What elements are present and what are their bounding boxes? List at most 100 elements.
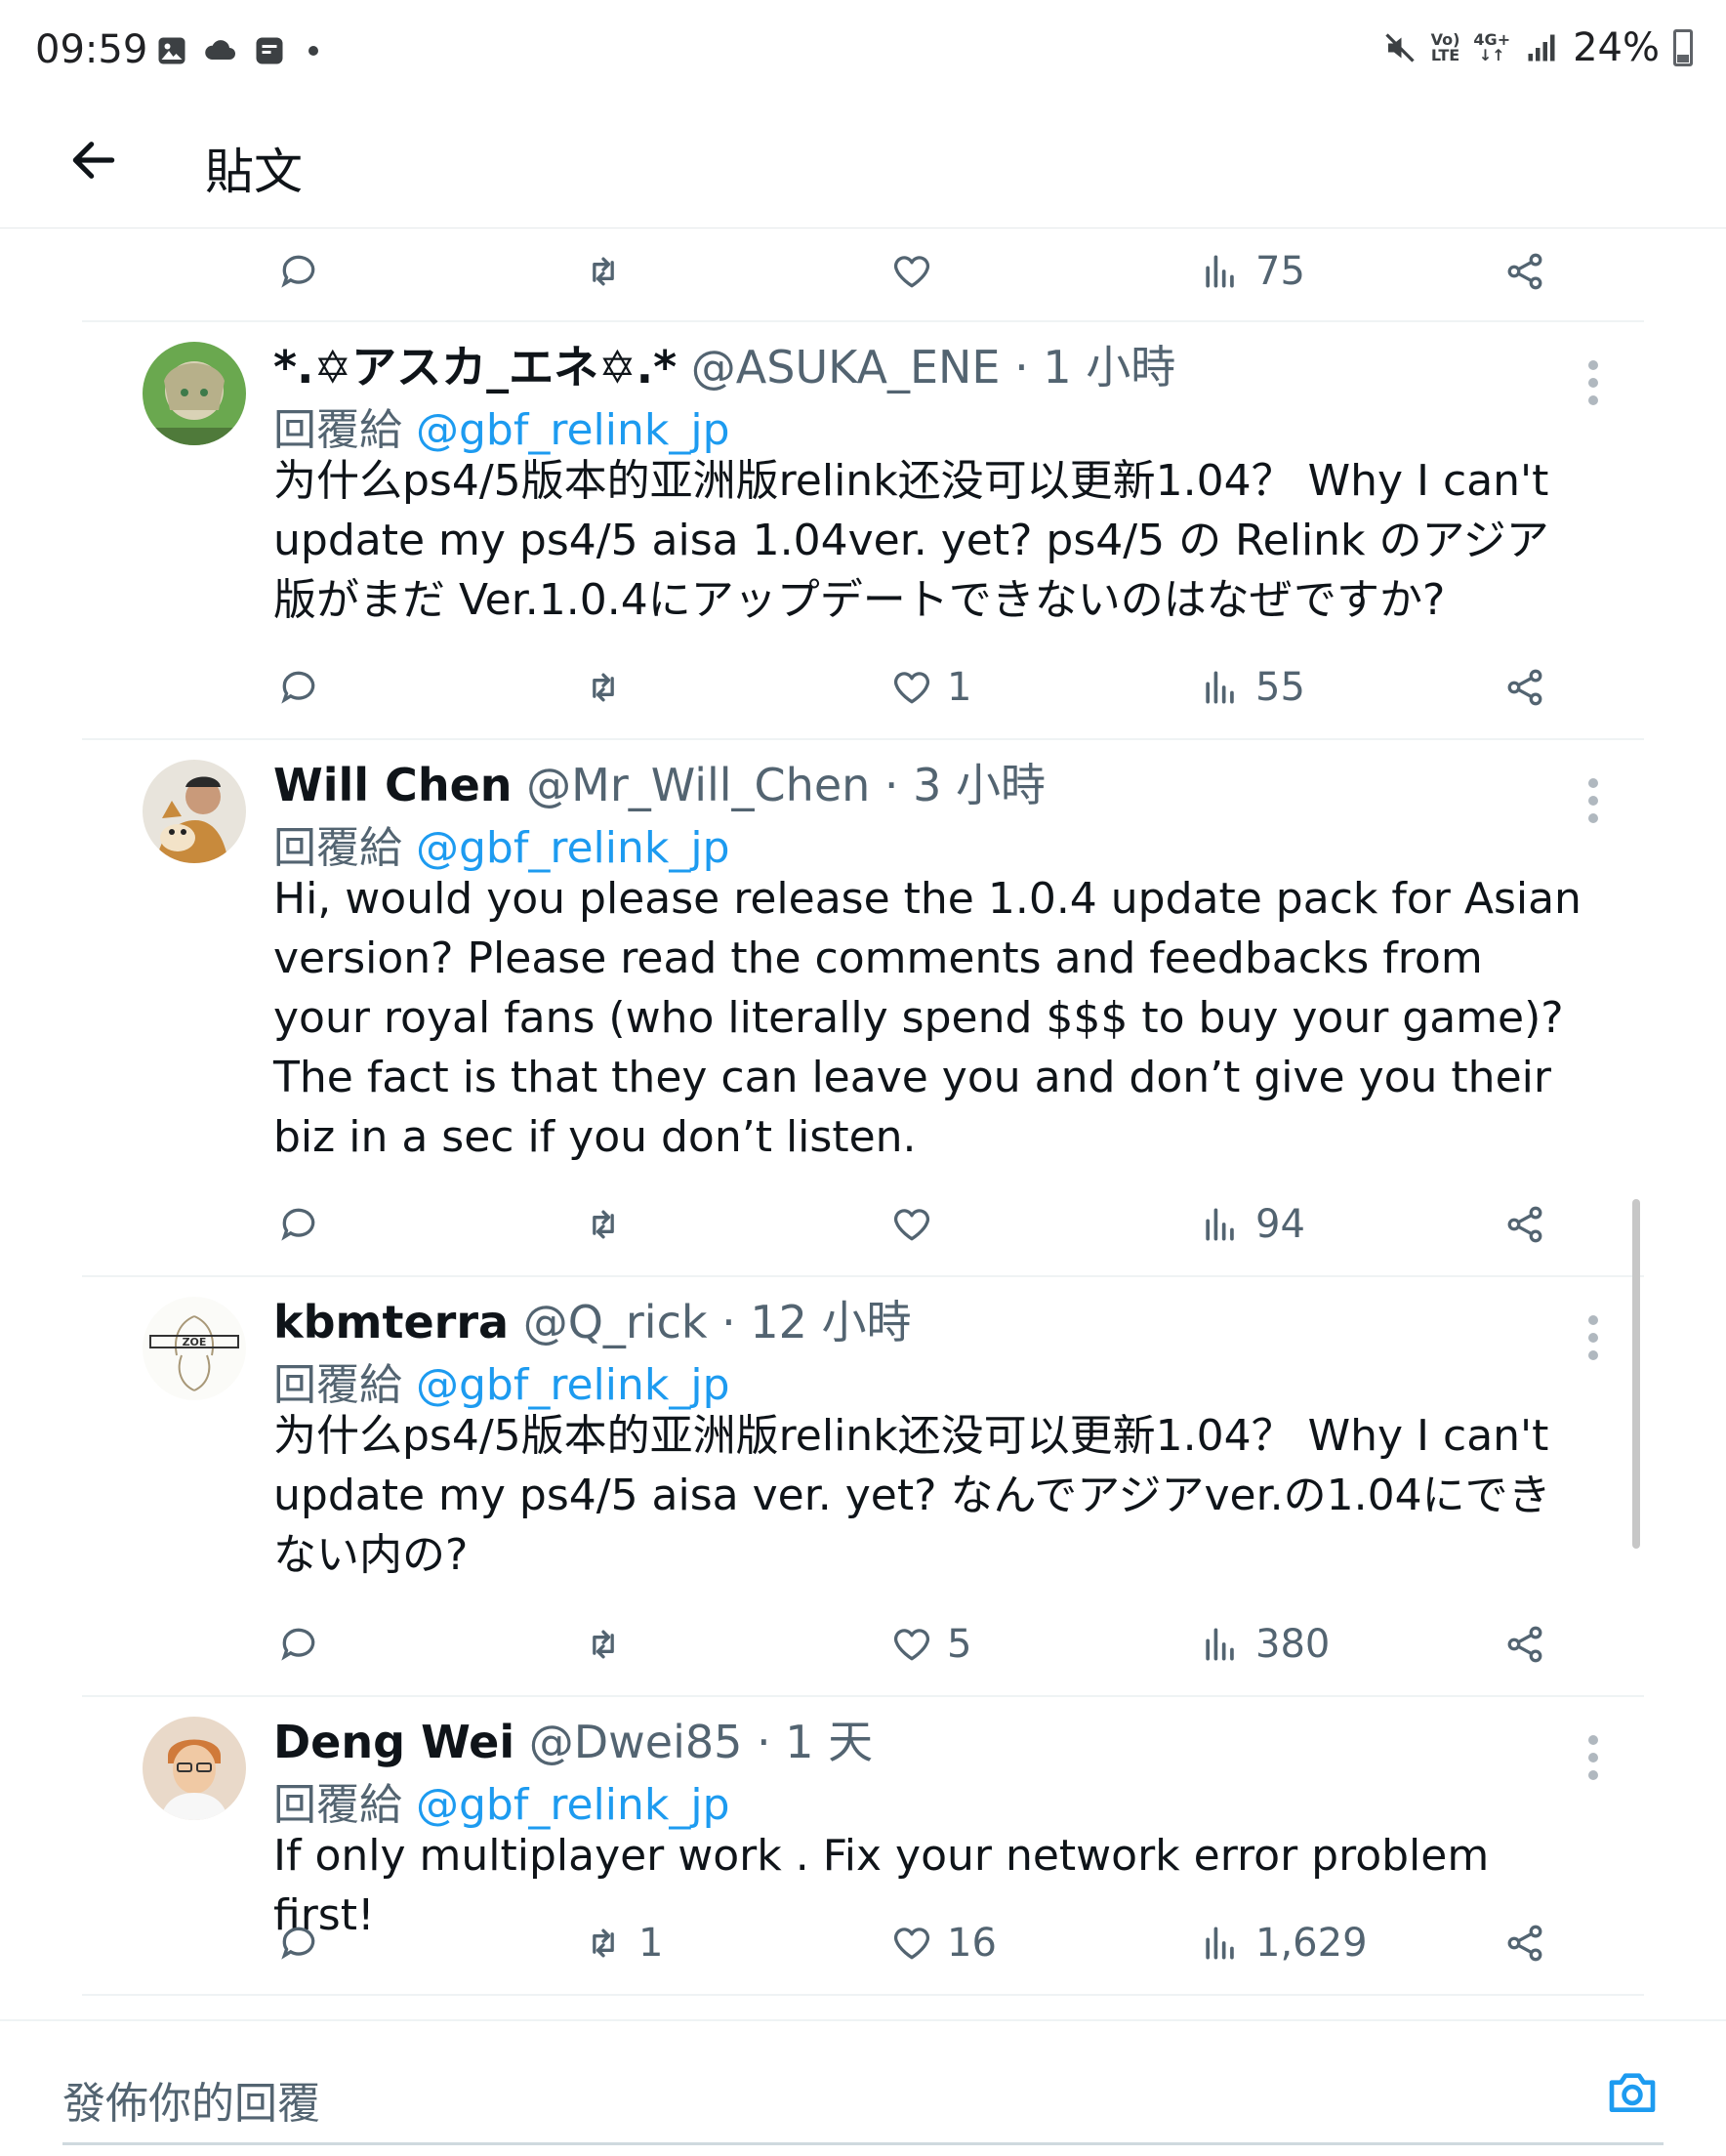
handle-and-time: @Dwei85 · 1 天 xyxy=(528,1716,874,1768)
reply-button[interactable] xyxy=(277,232,320,311)
share-button[interactable] xyxy=(1503,1185,1546,1264)
views-button[interactable]: 75 xyxy=(1199,232,1305,311)
tweet-actions: 5 380 xyxy=(0,1605,1660,1683)
like-count: 1 xyxy=(947,665,972,710)
retweet-button[interactable] xyxy=(582,1605,638,1683)
cloud-icon xyxy=(205,40,235,60)
views-chart-icon xyxy=(1206,1208,1234,1241)
views-chart-icon xyxy=(1206,255,1234,288)
tweet-text: 为什么ps4/5版本的亚洲版relink还没可以更新1.04？ Why I ca… xyxy=(273,456,1549,625)
data-arrows-label: ↓↑ xyxy=(1478,46,1505,64)
like-button[interactable]: 16 xyxy=(890,1904,997,1982)
tweet[interactable]: *.✡アスカ_エネ✡.* @ASUKA_ENE · 1 小時 回覆給 @gbf_… xyxy=(0,324,1726,646)
reply-button[interactable] xyxy=(277,648,320,726)
network-4g-indicator: 4G+ ↓↑ xyxy=(1473,32,1510,63)
like-count: 5 xyxy=(947,1622,972,1667)
avatar[interactable] xyxy=(143,342,246,445)
page-title: 貼文 xyxy=(205,144,303,200)
tweet[interactable]: Will Chen @Mr_Will_Chen · 3 小時 回覆給 @gbf_… xyxy=(0,742,1726,1182)
handle-and-time: @Mr_Will_Chen · 3 小時 xyxy=(526,759,1047,811)
like-button[interactable]: 1 xyxy=(890,648,971,726)
tweet-divider xyxy=(82,1695,1644,1697)
display-name[interactable]: Will Chen xyxy=(273,759,513,811)
heart-icon xyxy=(893,1629,930,1661)
avatar[interactable] xyxy=(143,760,246,863)
replying-to-label: 回覆給 xyxy=(273,1360,416,1410)
retweet-icon xyxy=(593,1210,614,1239)
more-options-icon[interactable] xyxy=(1574,353,1613,412)
replying-to: 回覆給 @gbf_relink_jp xyxy=(273,1769,730,1832)
more-options-icon[interactable] xyxy=(1574,1728,1613,1787)
tweet-actions: 1 55 xyxy=(0,648,1660,726)
views-button[interactable]: 94 xyxy=(1199,1185,1305,1264)
tweet-header: kbmterra @Q_rick · 12 小時 xyxy=(273,1287,912,1351)
tweet[interactable]: Deng Wei @Dwei85 · 1 天 回覆給 @gbf_relink_j… xyxy=(0,1699,1726,1940)
tweet-header: *.✡アスカ_エネ✡.* @ASUKA_ENE · 1 小時 xyxy=(273,332,1175,396)
heart-icon xyxy=(893,1928,930,1960)
share-icon xyxy=(1507,669,1542,706)
replying-to-label: 回覆給 xyxy=(273,1780,416,1830)
lte-label: LTE xyxy=(1430,46,1460,64)
views-button[interactable]: 380 xyxy=(1199,1605,1330,1683)
tweet-divider xyxy=(82,1275,1644,1277)
status-bar: 09:59 Vo) LTE 4G+ ↓↑ 24% xyxy=(0,0,1726,107)
display-name[interactable]: kbmterra xyxy=(273,1296,509,1348)
mention-link[interactable]: @gbf_relink_jp xyxy=(416,823,730,873)
reply-button[interactable] xyxy=(277,1185,320,1264)
retweet-count: 1 xyxy=(638,1921,664,1966)
views-button[interactable]: 55 xyxy=(1199,648,1305,726)
tweet[interactable]: ZOE kbmterra @Q_rick · 12 小時 回覆給 @gbf_re… xyxy=(0,1279,1726,1601)
mention-link[interactable]: @gbf_relink_jp xyxy=(416,1780,730,1830)
gallery-icon xyxy=(158,37,185,64)
tweet-divider xyxy=(82,1994,1644,1996)
share-button[interactable] xyxy=(1503,1605,1546,1683)
avatar[interactable] xyxy=(143,1717,246,1820)
back-arrow-icon[interactable] xyxy=(66,133,121,187)
reply-feed[interactable]: 75 *.✡アスカ_エネ✡.* @ASUKA_ENE · 1 小時 回覆給 @g… xyxy=(0,228,1726,2019)
avatar[interactable]: ZOE xyxy=(143,1297,246,1400)
views-count: 380 xyxy=(1255,1622,1331,1667)
like-button[interactable] xyxy=(890,1185,947,1264)
retweet-button[interactable] xyxy=(582,648,638,726)
volte-indicator: Vo) LTE xyxy=(1431,32,1460,63)
camera-icon[interactable] xyxy=(1605,2064,1660,2119)
tweet-text: Hi, would you please release the 1.0.4 u… xyxy=(273,874,1582,1162)
replying-to-label: 回覆給 xyxy=(273,405,416,455)
replying-to: 回覆給 @gbf_relink_jp xyxy=(273,1349,730,1412)
share-icon xyxy=(1507,1925,1542,1962)
more-options-icon[interactable] xyxy=(1574,1308,1613,1367)
retweet-button[interactable]: 1 xyxy=(582,1904,663,1982)
share-button[interactable] xyxy=(1503,648,1546,726)
retweet-icon xyxy=(593,257,614,286)
replying-to: 回覆給 @gbf_relink_jp xyxy=(273,812,730,875)
status-system-icons: Vo) LTE 4G+ ↓↑ 24% xyxy=(1382,25,1693,70)
views-count: 75 xyxy=(1255,249,1305,294)
like-button[interactable]: 5 xyxy=(890,1605,971,1683)
share-button[interactable] xyxy=(1503,232,1546,311)
reply-input[interactable]: 發佈你的回覆 xyxy=(62,2068,320,2131)
display-name[interactable]: Deng Wei xyxy=(273,1716,514,1768)
top-app-bar: 貼文 xyxy=(0,107,1726,228)
reply-button[interactable] xyxy=(277,1605,320,1683)
heart-icon xyxy=(893,672,930,704)
retweet-button[interactable] xyxy=(582,1185,638,1264)
mention-link[interactable]: @gbf_relink_jp xyxy=(416,1360,730,1410)
tweet-text: 为什么ps4/5版本的亚洲版relink还没可以更新1.04？ Why I ca… xyxy=(273,1411,1551,1580)
app-notification-icon xyxy=(256,37,283,64)
mention-link[interactable]: @gbf_relink_jp xyxy=(416,405,730,455)
heart-icon xyxy=(893,256,930,288)
tweet-header: Deng Wei @Dwei85 · 1 天 xyxy=(273,1707,873,1771)
scrollbar[interactable] xyxy=(1632,1199,1640,1549)
reply-button[interactable] xyxy=(277,1904,320,1982)
reply-icon xyxy=(281,671,315,704)
display-name[interactable]: *.✡アスカ_エネ✡.* xyxy=(273,341,677,394)
retweet-button[interactable] xyxy=(582,232,625,311)
views-count: 55 xyxy=(1255,665,1305,710)
like-button[interactable] xyxy=(890,232,933,311)
reply-icon xyxy=(281,1208,315,1241)
share-button[interactable] xyxy=(1503,1904,1546,1982)
status-notification-icons xyxy=(154,33,318,68)
more-options-icon[interactable] xyxy=(1574,771,1613,830)
views-button[interactable]: 1,629 xyxy=(1199,1904,1368,1982)
battery-percentage: 24% xyxy=(1573,25,1660,70)
